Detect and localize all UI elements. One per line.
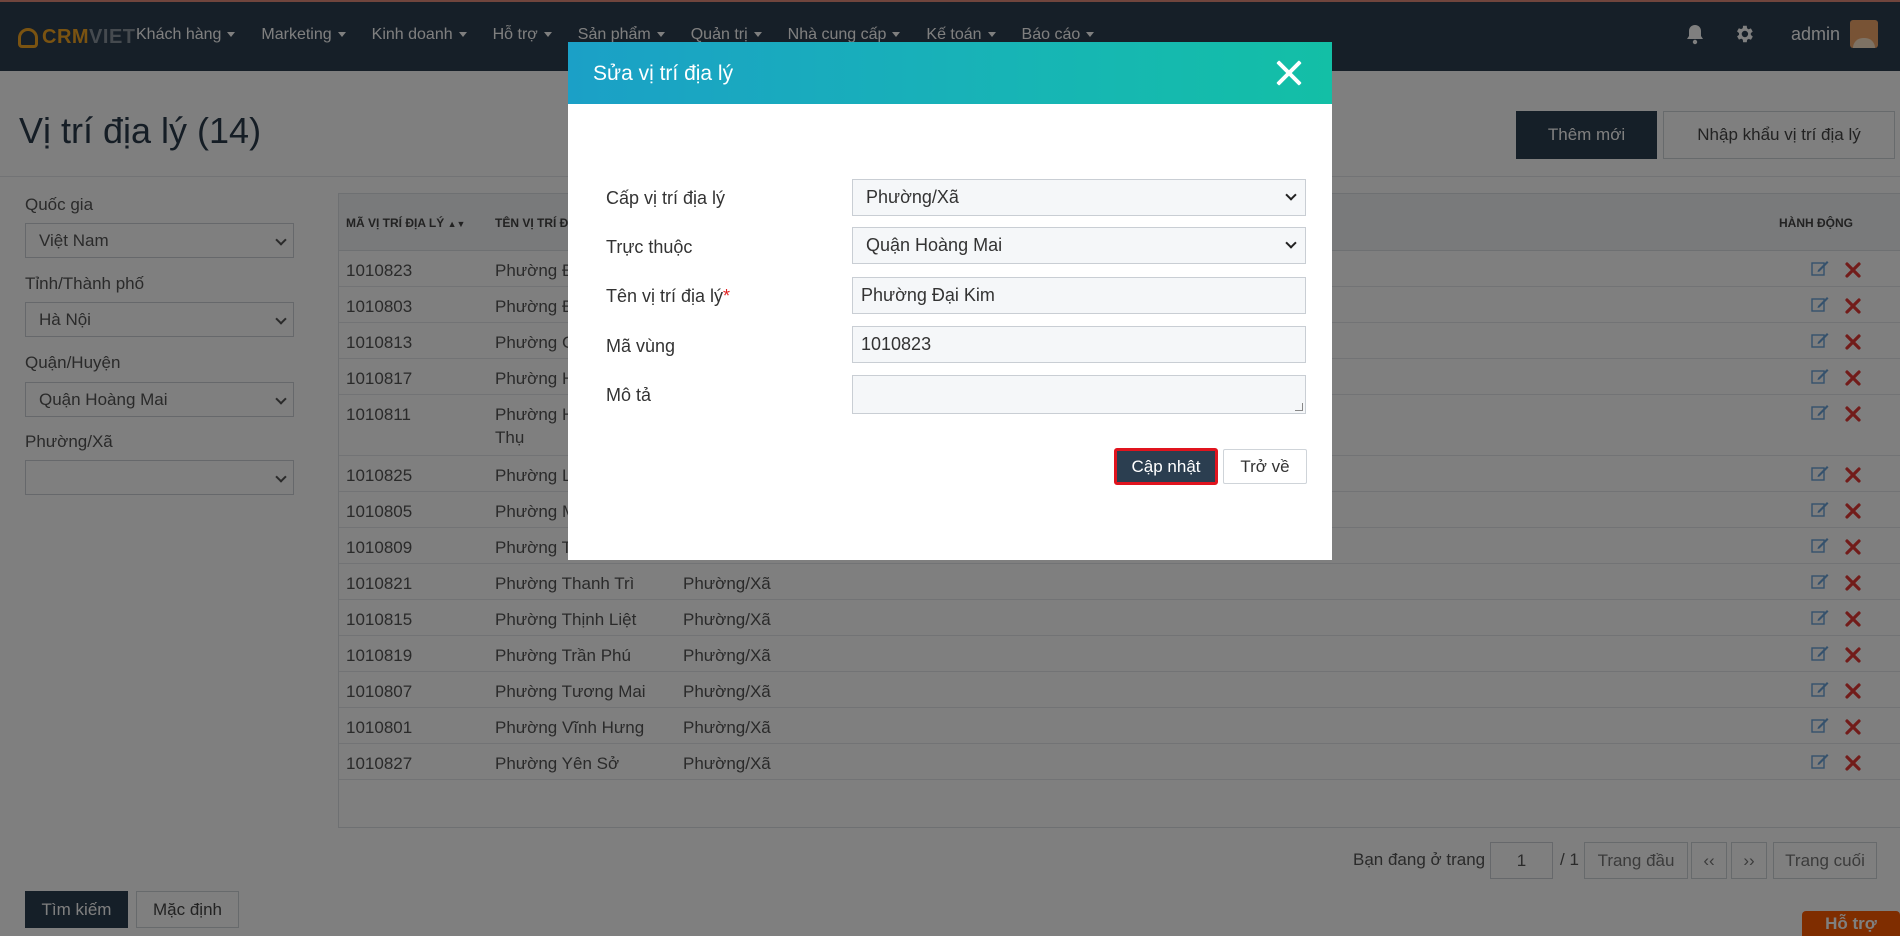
- resize-grip-icon[interactable]: [1295, 403, 1303, 411]
- location-name-input[interactable]: Phường Đại Kim: [852, 277, 1306, 314]
- parent-label: Trực thuộc: [606, 237, 693, 257]
- level-label: Cấp vị trí địa lý: [606, 188, 726, 208]
- level-select[interactable]: Phường/Xã: [852, 179, 1306, 216]
- edit-location-modal: Sửa vị trí địa lý Cấp vị trí địa lý Phườ…: [568, 42, 1332, 560]
- chevron-down-icon: [1285, 189, 1297, 201]
- region-code-input[interactable]: 1010823: [852, 326, 1306, 363]
- close-icon[interactable]: [1274, 58, 1304, 88]
- modal-header: Sửa vị trí địa lý: [568, 42, 1332, 104]
- location-name-value: Phường Đại Kim: [861, 285, 995, 305]
- back-button[interactable]: Trở về: [1223, 449, 1307, 484]
- parent-value: Quận Hoàng Mai: [866, 235, 1003, 255]
- parent-select[interactable]: Quận Hoàng Mai: [852, 227, 1306, 264]
- modal-title: Sửa vị trí địa lý: [593, 62, 734, 85]
- region-code-value: 1010823: [861, 334, 932, 354]
- level-value: Phường/Xã: [866, 187, 959, 207]
- required-marker: *: [723, 286, 731, 306]
- location-name-label: Tên vị trí địa lý*: [606, 286, 731, 306]
- description-textarea[interactable]: [852, 375, 1306, 414]
- update-button[interactable]: Cập nhật: [1114, 448, 1218, 485]
- region-code-label: Mã vùng: [606, 336, 676, 356]
- description-label: Mô tả: [606, 385, 652, 405]
- chevron-down-icon: [1285, 237, 1297, 249]
